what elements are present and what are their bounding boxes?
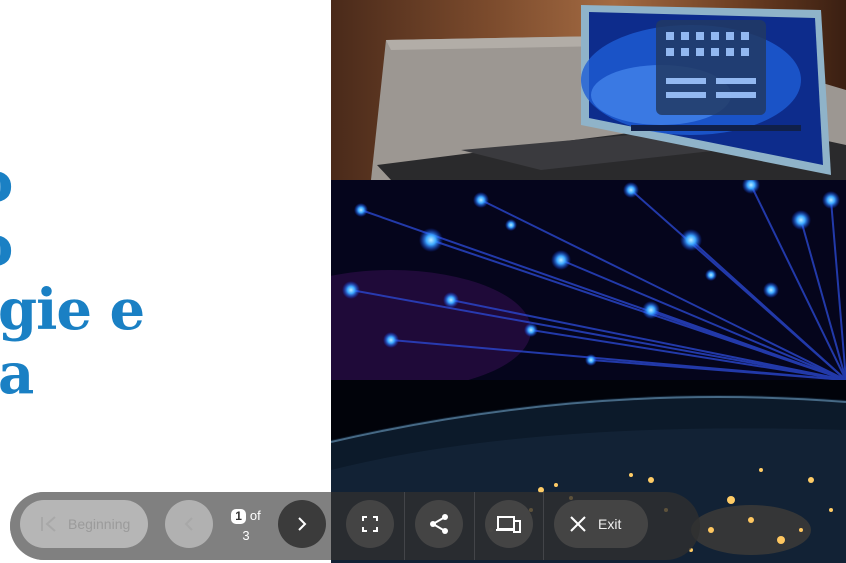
toolbar-divider — [404, 492, 405, 560]
total-slides: 3 — [242, 528, 250, 543]
fullscreen-button[interactable] — [346, 500, 394, 548]
share-icon — [430, 514, 448, 534]
next-slide-button[interactable] — [278, 500, 326, 548]
beginning-button[interactable]: Beginning — [20, 500, 148, 548]
presentation-toolbar: Beginning 1 of 3 Exit — [10, 492, 700, 560]
devices-icon — [496, 516, 521, 533]
chevron-left-icon — [184, 517, 193, 531]
exit-label: Exit — [598, 516, 622, 532]
slide-title: o o gie e a — [0, 150, 145, 407]
of-label: of — [249, 508, 261, 523]
toolbar-divider — [474, 492, 475, 560]
beginning-label: Beginning — [68, 516, 131, 532]
exit-button[interactable]: Exit — [554, 500, 648, 548]
laptop-illustration — [371, 5, 846, 180]
title-line: o — [0, 214, 144, 278]
fiber-optic-photo — [331, 180, 846, 380]
slide-counter: 1 of 3 — [228, 508, 264, 548]
laptop-photo — [331, 0, 846, 180]
title-line: a — [0, 341, 34, 407]
devices-button[interactable] — [485, 500, 533, 548]
slide-image-column — [331, 0, 846, 563]
fiber-optic-illustration — [331, 180, 846, 380]
title-line: gie e — [0, 277, 145, 343]
skip-to-start-icon — [41, 516, 56, 532]
share-button[interactable] — [415, 500, 463, 548]
presentation-slide: o o gie e a — [0, 0, 846, 563]
fullscreen-icon — [362, 516, 378, 532]
toolbar-divider — [543, 492, 544, 560]
title-line: o — [0, 150, 144, 214]
previous-slide-button[interactable] — [165, 500, 213, 548]
chevron-right-icon — [298, 517, 307, 531]
current-slide-number: 1 — [231, 509, 246, 524]
close-icon — [570, 516, 586, 532]
